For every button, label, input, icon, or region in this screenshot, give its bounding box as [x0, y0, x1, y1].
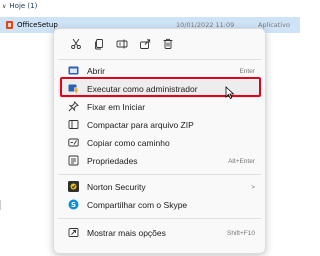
- desktop-screenshot: ∨ Hoje (1) OfficeSetup 10/01/2022 11:09 …: [0, 0, 300, 256]
- cut-icon[interactable]: [70, 38, 82, 50]
- menu-item-properties[interactable]: Propriedades Alt+Enter: [58, 152, 261, 170]
- menu-item-show-more-options[interactable]: Mostrar mais opções Shift+F10: [58, 224, 261, 242]
- menu-item-label: Compartilhar com o Skype: [87, 200, 188, 210]
- share-icon[interactable]: [139, 38, 151, 50]
- rename-icon[interactable]: [116, 38, 128, 50]
- divider: [58, 59, 261, 60]
- menu-item-label: Fixar em Iniciar: [87, 102, 146, 112]
- shortcut-label: Shift+F10: [226, 229, 255, 237]
- menu-item-copy-as-path[interactable]: Copiar como caminho: [58, 134, 261, 152]
- more-options-icon: [68, 227, 79, 238]
- copy-icon[interactable]: [93, 38, 105, 50]
- divider: [0, 200, 1, 210]
- chevron-down-icon[interactable]: ∨: [2, 3, 6, 10]
- shortcut-label: Enter: [239, 67, 255, 75]
- menu-item-label: Abrir: [87, 66, 105, 76]
- menu-item-label: Norton Security: [87, 182, 146, 192]
- pin-icon: [68, 101, 79, 112]
- context-menu: Abrir Enter Executar como administrador …: [53, 28, 266, 254]
- zip-icon: [68, 119, 79, 130]
- menu-item-label: Compactar para arquivo ZIP: [87, 120, 194, 130]
- menu-item-share-skype[interactable]: S Compartilhar com o Skype: [58, 196, 261, 214]
- menu-item-pin-to-start[interactable]: Fixar em Iniciar: [58, 98, 261, 116]
- chevron-right-icon: >: [251, 183, 255, 191]
- quick-actions-bar: [54, 29, 265, 59]
- file-name: OfficeSetup: [17, 21, 58, 29]
- menu-item-label: Mostrar mais opções: [87, 228, 166, 238]
- divider: [58, 218, 261, 219]
- svg-text:S: S: [71, 201, 76, 209]
- skype-icon: S: [68, 199, 79, 210]
- group-header[interactable]: ∨ Hoje (1): [2, 0, 37, 12]
- menu-item-label: Copiar como caminho: [87, 138, 170, 148]
- menu-item-compress-zip[interactable]: Compactar para arquivo ZIP: [58, 116, 261, 134]
- office-icon: [6, 21, 13, 29]
- norton-icon: [68, 181, 79, 192]
- path-icon: [68, 137, 79, 148]
- delete-icon[interactable]: [162, 38, 174, 50]
- open-icon: [68, 65, 79, 76]
- menu-item-label: Propriedades: [87, 156, 138, 166]
- shortcut-label: Alt+Enter: [228, 157, 255, 165]
- group-header-label: Hoje (1): [9, 2, 38, 10]
- menu-item-norton-security[interactable]: Norton Security >: [58, 178, 261, 196]
- properties-icon: [68, 155, 79, 166]
- mouse-cursor-icon: [225, 86, 235, 100]
- divider: [58, 174, 261, 175]
